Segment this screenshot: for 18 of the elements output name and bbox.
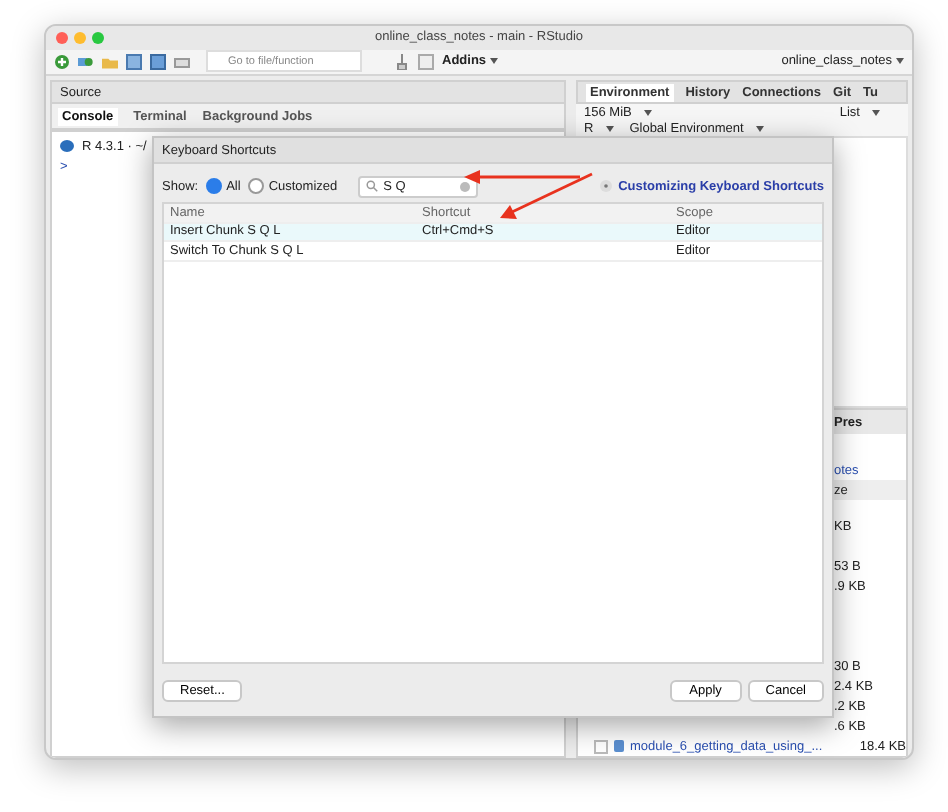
file-icon xyxy=(614,740,624,752)
brush-icon[interactable] xyxy=(394,53,410,70)
plus-icon[interactable] xyxy=(54,53,70,70)
folder-icon[interactable] xyxy=(102,53,118,70)
caret-icon[interactable] xyxy=(896,58,904,65)
radio-button[interactable] xyxy=(248,178,265,194)
print-icon[interactable] xyxy=(174,53,190,70)
radio-button[interactable] xyxy=(206,178,223,194)
project-icon[interactable] xyxy=(78,53,94,70)
zoom-icon[interactable] xyxy=(92,31,104,44)
save-all-icon[interactable] xyxy=(150,53,166,70)
close-icon[interactable] xyxy=(56,31,68,44)
clear-icon[interactable] xyxy=(459,181,470,191)
search-icon xyxy=(365,180,378,192)
row-checkbox[interactable] xyxy=(594,739,608,753)
r-logo-icon xyxy=(60,140,74,152)
save-icon[interactable] xyxy=(126,53,142,70)
caret-icon[interactable] xyxy=(490,58,499,65)
